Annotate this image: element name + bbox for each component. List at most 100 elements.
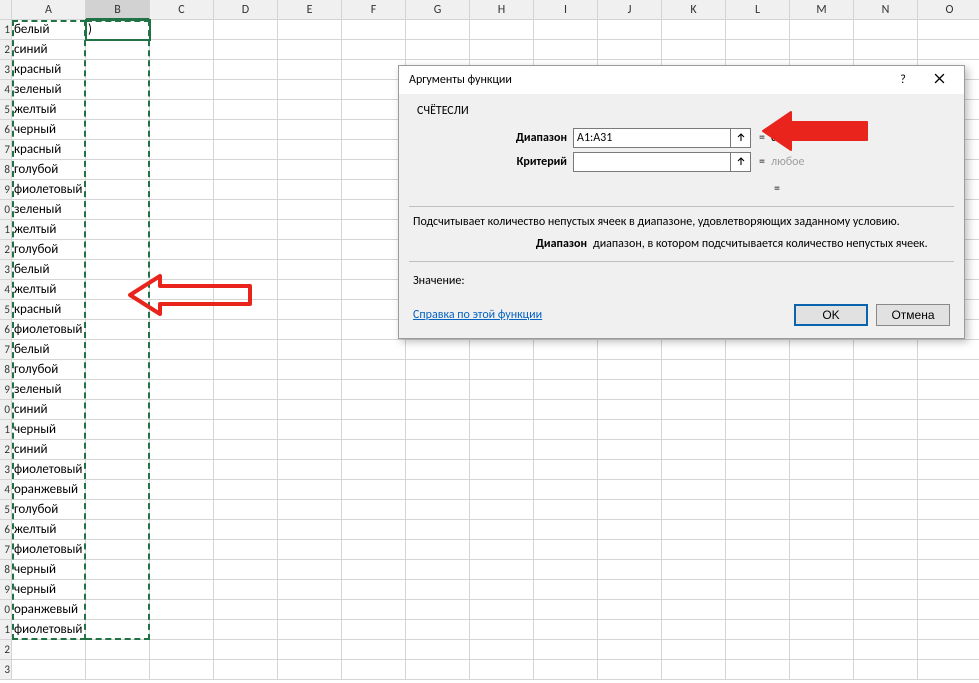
cell[interactable] bbox=[278, 640, 342, 660]
row-header[interactable]: 2 bbox=[0, 240, 12, 260]
cell[interactable] bbox=[470, 480, 534, 500]
cell[interactable] bbox=[726, 440, 790, 460]
arg1-input[interactable] bbox=[573, 128, 731, 148]
cell[interactable] bbox=[86, 240, 150, 260]
cell[interactable]: синий bbox=[12, 440, 86, 460]
arg2-collapse-button[interactable] bbox=[731, 152, 751, 172]
cell[interactable] bbox=[214, 660, 278, 680]
cell[interactable] bbox=[918, 640, 979, 660]
cell[interactable] bbox=[406, 400, 470, 420]
cell[interactable] bbox=[470, 380, 534, 400]
cell[interactable] bbox=[86, 220, 150, 240]
cell[interactable] bbox=[214, 600, 278, 620]
cell[interactable] bbox=[278, 120, 342, 140]
cell[interactable] bbox=[470, 360, 534, 380]
cell[interactable] bbox=[918, 420, 979, 440]
cell[interactable] bbox=[278, 220, 342, 240]
cell[interactable]: белый bbox=[12, 20, 86, 40]
cell[interactable] bbox=[342, 260, 406, 280]
cell[interactable] bbox=[86, 320, 150, 340]
cell[interactable] bbox=[150, 640, 214, 660]
cell[interactable] bbox=[470, 620, 534, 640]
cell[interactable] bbox=[598, 620, 662, 640]
cell[interactable]: фиолетовый bbox=[12, 460, 86, 480]
cell[interactable] bbox=[406, 480, 470, 500]
cell[interactable] bbox=[278, 260, 342, 280]
cell[interactable] bbox=[150, 520, 214, 540]
cell[interactable] bbox=[598, 660, 662, 680]
cell[interactable] bbox=[470, 540, 534, 560]
col-header-I[interactable]: I bbox=[534, 0, 598, 20]
cell[interactable] bbox=[214, 120, 278, 140]
cell[interactable] bbox=[86, 60, 150, 80]
cell[interactable] bbox=[278, 340, 342, 360]
cell[interactable] bbox=[12, 660, 86, 680]
col-header-A[interactable]: A bbox=[12, 0, 86, 20]
cell[interactable] bbox=[342, 220, 406, 240]
cell[interactable] bbox=[726, 460, 790, 480]
cell[interactable] bbox=[278, 180, 342, 200]
cell[interactable] bbox=[278, 600, 342, 620]
cell[interactable] bbox=[342, 660, 406, 680]
cell[interactable]: красный bbox=[12, 300, 86, 320]
cell[interactable] bbox=[854, 480, 918, 500]
cell[interactable] bbox=[854, 620, 918, 640]
cell[interactable] bbox=[278, 520, 342, 540]
cell[interactable] bbox=[470, 580, 534, 600]
cell[interactable] bbox=[86, 120, 150, 140]
cell[interactable] bbox=[86, 100, 150, 120]
cell[interactable]: белый bbox=[12, 260, 86, 280]
col-header-F[interactable]: F bbox=[342, 0, 406, 20]
cell[interactable] bbox=[662, 640, 726, 660]
cell[interactable]: фиолетовый bbox=[12, 620, 86, 640]
cell[interactable] bbox=[278, 540, 342, 560]
cell[interactable] bbox=[406, 660, 470, 680]
cell[interactable]: красный bbox=[12, 60, 86, 80]
cell[interactable] bbox=[854, 380, 918, 400]
row-header[interactable]: 2 bbox=[0, 440, 12, 460]
row-header[interactable]: 3 bbox=[0, 260, 12, 280]
cell[interactable] bbox=[470, 500, 534, 520]
cell[interactable] bbox=[598, 340, 662, 360]
cell[interactable] bbox=[214, 320, 278, 340]
cell[interactable] bbox=[598, 380, 662, 400]
cell[interactable] bbox=[918, 460, 979, 480]
cell[interactable] bbox=[214, 460, 278, 480]
cell[interactable] bbox=[342, 240, 406, 260]
cell[interactable] bbox=[918, 400, 979, 420]
cell[interactable] bbox=[918, 560, 979, 580]
cell[interactable] bbox=[534, 380, 598, 400]
cell[interactable]: зеленый bbox=[12, 80, 86, 100]
cell[interactable] bbox=[278, 100, 342, 120]
cell[interactable] bbox=[534, 520, 598, 540]
cell[interactable] bbox=[662, 540, 726, 560]
cell[interactable] bbox=[214, 20, 278, 40]
cell[interactable] bbox=[598, 540, 662, 560]
col-header-B[interactable]: B bbox=[86, 0, 150, 20]
cell[interactable] bbox=[150, 200, 214, 220]
cell[interactable] bbox=[150, 140, 214, 160]
cell[interactable] bbox=[790, 40, 854, 60]
cell[interactable] bbox=[790, 560, 854, 580]
cell[interactable] bbox=[150, 40, 214, 60]
cell[interactable] bbox=[342, 460, 406, 480]
cell[interactable] bbox=[726, 580, 790, 600]
cell[interactable] bbox=[150, 180, 214, 200]
cell[interactable] bbox=[918, 380, 979, 400]
cell[interactable] bbox=[150, 80, 214, 100]
cell[interactable] bbox=[598, 40, 662, 60]
cell[interactable] bbox=[278, 80, 342, 100]
cell[interactable] bbox=[918, 500, 979, 520]
cell[interactable] bbox=[534, 540, 598, 560]
cell[interactable] bbox=[470, 400, 534, 420]
cell[interactable] bbox=[790, 660, 854, 680]
cell[interactable] bbox=[726, 600, 790, 620]
cell[interactable] bbox=[150, 620, 214, 640]
cell[interactable]: желтый bbox=[12, 100, 86, 120]
cell[interactable]: синий bbox=[12, 40, 86, 60]
col-header-D[interactable]: D bbox=[214, 0, 278, 20]
cell[interactable] bbox=[342, 360, 406, 380]
cell[interactable] bbox=[662, 20, 726, 40]
help-link[interactable]: Справка по этой функции bbox=[413, 308, 542, 322]
row-header[interactable]: 5 bbox=[0, 500, 12, 520]
